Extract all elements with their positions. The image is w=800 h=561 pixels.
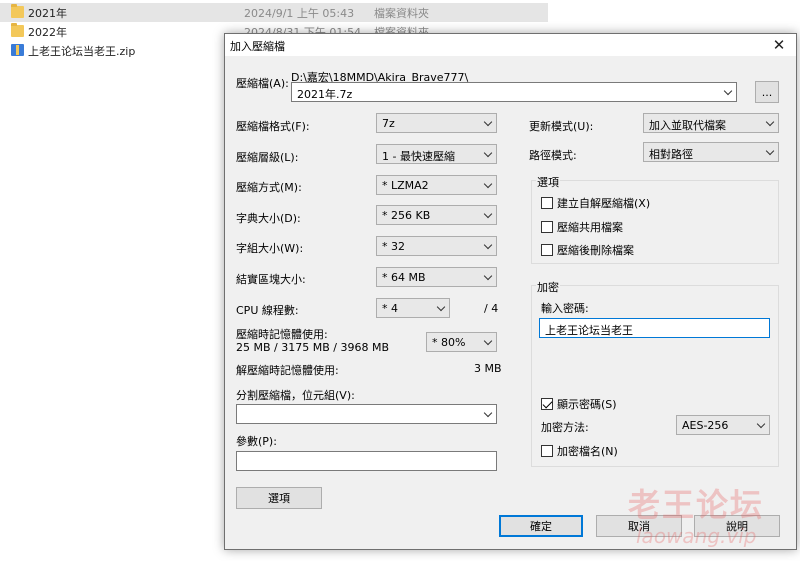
add-to-archive-dialog: 加入壓縮檔 ✕ 壓縮檔(A): D:\嘉宏\18MMD\Akira_Brave7… — [224, 33, 797, 550]
params-input[interactable] — [236, 451, 497, 471]
update-label: 更新模式(U): — [529, 120, 594, 133]
word-select[interactable]: * 32 — [376, 236, 497, 256]
browse-button[interactable]: ... — [755, 81, 779, 103]
folder-icon — [11, 23, 24, 37]
show-password-checkbox[interactable]: 顯示密碼(S) — [541, 396, 617, 412]
path-value: 相對路徑 — [649, 148, 693, 161]
compress-shared-label: 壓縮共用檔案 — [557, 221, 623, 234]
password-input[interactable]: 上老王论坛当老王 — [539, 318, 770, 338]
compress-shared-checkbox[interactable]: 壓縮共用檔案 — [541, 219, 623, 235]
archive-label: 壓縮檔(A): — [236, 77, 289, 90]
split-combo[interactable] — [236, 404, 497, 424]
cpu-select[interactable]: * 4 — [376, 298, 450, 318]
level-label: 壓縮層級(L): — [236, 151, 299, 164]
password-label: 輸入密碼: — [541, 302, 589, 315]
enc-method-value: AES-256 — [682, 419, 729, 432]
encryption-group-title: 加密 — [536, 279, 560, 295]
path-select[interactable]: 相對路徑 — [643, 142, 779, 162]
method-label: 壓縮方式(M): — [236, 181, 302, 194]
dict-label: 字典大小(D): — [236, 212, 301, 225]
checkbox-box — [541, 398, 553, 410]
encrypt-names-checkbox[interactable]: 加密檔名(N) — [541, 443, 618, 459]
cpu-label: CPU 線程數: — [236, 304, 299, 317]
folder-icon — [11, 4, 24, 18]
update-value: 加入並取代檔案 — [649, 119, 726, 132]
chevron-down-icon — [483, 179, 493, 189]
dialog-title: 加入壓縮檔 — [230, 40, 285, 53]
chevron-down-icon — [765, 117, 775, 127]
split-label: 分割壓縮檔，位元組(V): — [236, 389, 355, 402]
close-icon[interactable]: ✕ — [762, 34, 796, 56]
enc-method-select[interactable]: AES-256 — [676, 415, 770, 435]
ok-button[interactable]: 確定 — [499, 515, 583, 537]
solid-select[interactable]: * 64 MB — [376, 267, 497, 287]
chevron-down-icon — [756, 419, 766, 429]
chevron-down-icon — [436, 302, 446, 312]
encrypt-names-label: 加密檔名(N) — [557, 445, 618, 458]
level-select[interactable]: 1 - 最快速壓縮 — [376, 144, 497, 164]
checkbox-box — [541, 197, 553, 209]
update-select[interactable]: 加入並取代檔案 — [643, 113, 779, 133]
chevron-down-icon — [765, 146, 775, 156]
file-type: 檔案資料夾 — [374, 6, 429, 20]
create-sfx-checkbox[interactable]: 建立自解壓縮檔(X) — [541, 195, 650, 211]
method-value: * LZMA2 — [382, 179, 429, 192]
checkbox-box — [541, 244, 553, 256]
chevron-down-icon — [483, 148, 493, 158]
password-value: 上老王论坛当老王 — [545, 324, 633, 337]
format-value: 7z — [382, 117, 395, 130]
file-row-2021[interactable]: 2021年 2024/9/1 上午 05:43 檔案資料夾 — [0, 3, 548, 22]
show-password-label: 顯示密碼(S) — [557, 398, 617, 411]
path-label: 路徑模式: — [529, 149, 577, 162]
method-select[interactable]: * LZMA2 — [376, 175, 497, 195]
mem-decomp-label: 解壓縮時記憶體使用: — [236, 364, 339, 377]
params-label: 參數(P): — [236, 435, 277, 448]
solid-label: 結實區塊大小: — [236, 273, 306, 286]
mem-comp-value: 25 MB / 3175 MB / 3968 MB — [236, 341, 389, 354]
cancel-button[interactable]: 取消 — [596, 515, 682, 537]
dict-select[interactable]: * 256 KB — [376, 205, 497, 225]
file-name: 2022年 — [28, 25, 67, 39]
chevron-down-icon — [483, 209, 493, 219]
word-label: 字組大小(W): — [236, 242, 304, 255]
options-button[interactable]: 選項 — [236, 487, 322, 509]
chevron-down-icon — [483, 336, 493, 346]
mem-percent-select[interactable]: * 80% — [426, 332, 497, 352]
chevron-down-icon — [483, 117, 493, 127]
file-name: 上老王论坛当老王.zip — [28, 44, 136, 58]
chevron-down-icon — [723, 86, 733, 96]
dict-value: * 256 KB — [382, 209, 431, 222]
level-value: 1 - 最快速壓縮 — [382, 150, 455, 163]
mem-comp-label: 壓縮時記憶體使用: — [236, 328, 328, 341]
delete-after-label: 壓縮後刪除檔案 — [557, 244, 634, 257]
options-group-title: 選項 — [536, 174, 560, 190]
zip-icon — [11, 44, 24, 56]
format-select[interactable]: 7z — [376, 113, 497, 133]
solid-value: * 64 MB — [382, 271, 426, 284]
checkbox-box — [541, 445, 553, 457]
mem-percent-value: * 80% — [432, 336, 466, 349]
create-sfx-label: 建立自解壓縮檔(X) — [557, 197, 651, 210]
mem-decomp-value: 3 MB — [474, 362, 502, 375]
archive-name-combo[interactable]: 2021年.7z — [291, 82, 737, 102]
format-label: 壓縮檔格式(F): — [236, 120, 310, 133]
word-value: * 32 — [382, 240, 405, 253]
cpu-value: * 4 — [382, 302, 398, 315]
dialog-titlebar: 加入壓縮檔 ✕ — [225, 34, 796, 56]
help-button[interactable]: 說明 — [694, 515, 780, 537]
checkbox-box — [541, 221, 553, 233]
delete-after-checkbox[interactable]: 壓縮後刪除檔案 — [541, 242, 634, 258]
chevron-down-icon — [483, 240, 493, 250]
file-date: 2024/9/1 上午 05:43 — [244, 6, 355, 20]
chevron-down-icon — [483, 271, 493, 281]
archive-name-value: 2021年.7z — [297, 88, 353, 101]
file-name: 2021年 — [28, 6, 67, 20]
chevron-down-icon — [483, 408, 493, 418]
enc-method-label: 加密方法: — [541, 421, 589, 434]
cpu-max: / 4 — [484, 302, 499, 315]
